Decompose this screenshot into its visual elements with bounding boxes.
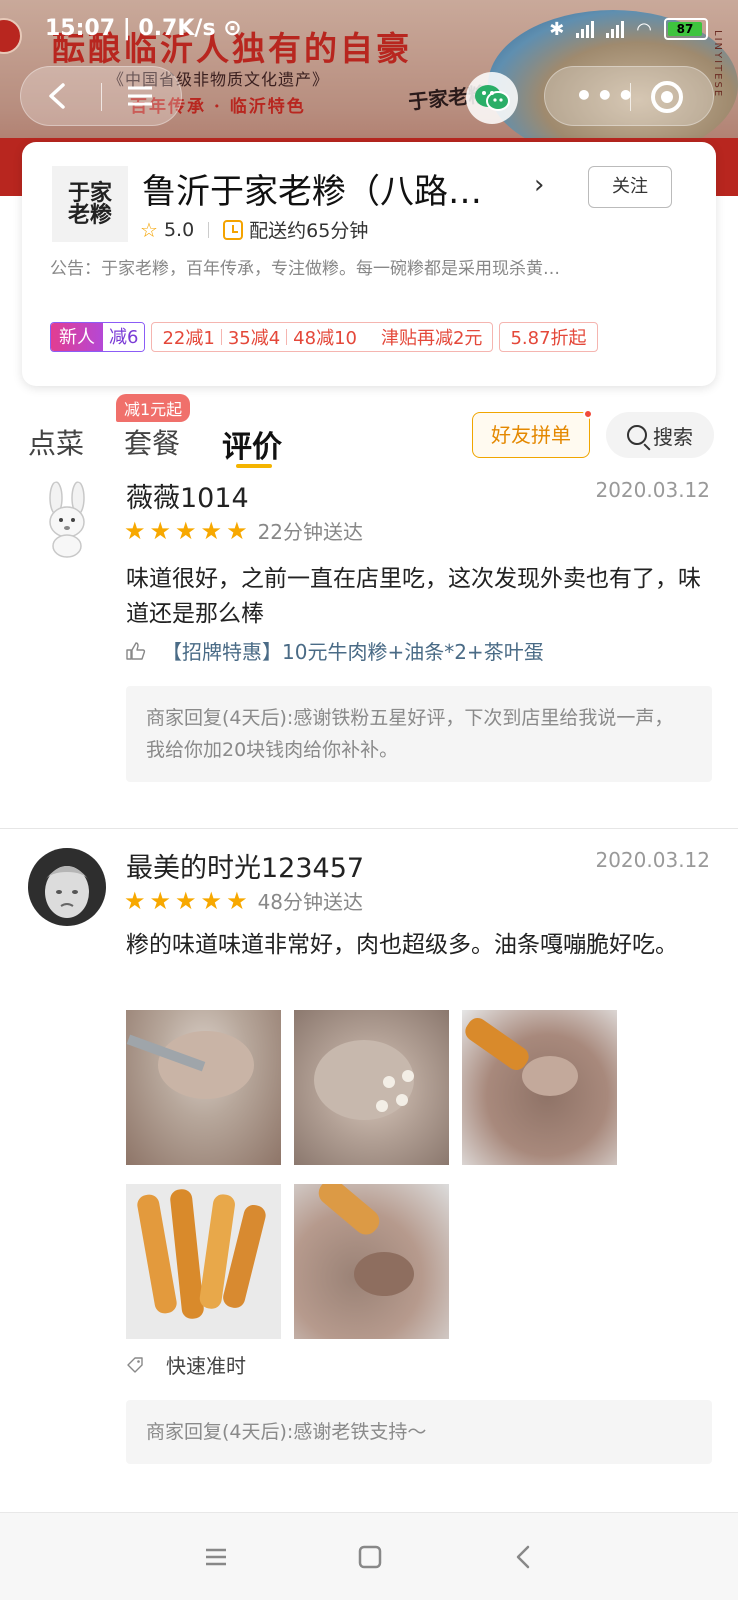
review-text: 糁的味道味道非常好，肉也超级多。油条嘎嘣脆好吃。 bbox=[126, 932, 678, 958]
follow-button[interactable]: 关注 bbox=[588, 166, 672, 208]
review-date: 2020.03.12 bbox=[595, 848, 710, 872]
store-rating: 5.0 bbox=[163, 218, 195, 241]
tab-combo[interactable]: 套餐 bbox=[124, 422, 180, 462]
review-photo[interactable] bbox=[462, 1010, 617, 1165]
discount-rate-tag: 5.87折起 bbox=[499, 322, 598, 352]
tag-icon bbox=[127, 1356, 143, 1373]
star-rating: ★ ★ ★ ★ ★ 48分钟送达 bbox=[124, 886, 364, 915]
store-notice[interactable]: 公告：于家老糁，百年传承，专注做糁。每一碗糁都是采用现杀黄… bbox=[50, 254, 690, 279]
review-username: 薇薇1014 bbox=[126, 483, 249, 514]
tab-bar: 点菜 减1元起 套餐 评价 好友拼单 搜索 bbox=[0, 392, 738, 472]
star-icon: ★ bbox=[175, 886, 197, 915]
star-icon: ★ bbox=[226, 886, 248, 915]
system-nav-bar bbox=[0, 1512, 738, 1600]
avatar[interactable] bbox=[28, 480, 106, 558]
wechat-icon[interactable] bbox=[466, 72, 518, 124]
battery-icon: 87 bbox=[664, 18, 708, 40]
combo-badge: 减1元起 bbox=[116, 394, 191, 422]
status-icons: ✱ ◠ 87 bbox=[549, 18, 708, 40]
review-photo[interactable] bbox=[126, 1010, 281, 1165]
notification-dot bbox=[583, 409, 593, 419]
more-icon[interactable]: ••• bbox=[575, 82, 638, 110]
back-icon[interactable] bbox=[43, 81, 73, 111]
store-card: 于家老糁 鲁沂于家老糁（八路… › 关注 ☆ 5.0 配送约65分钟 公告：于家… bbox=[22, 142, 716, 386]
signal-icon bbox=[576, 20, 595, 38]
review-date: 2020.03.12 bbox=[595, 478, 710, 502]
star-icon: ★ bbox=[124, 886, 146, 915]
active-tab-indicator bbox=[236, 464, 272, 468]
review-photo[interactable] bbox=[294, 1010, 449, 1165]
merchant-reply: 商家回复(4天后):感谢老铁支持～ bbox=[126, 1400, 712, 1464]
new-user-tag: 新人 减6 bbox=[50, 322, 146, 352]
status-bar: 15:07 | 0.7K/s ⊙ ✱ ◠ 87 bbox=[0, 10, 738, 50]
chevron-right-icon[interactable]: › bbox=[534, 170, 544, 200]
review-photo[interactable] bbox=[294, 1184, 449, 1339]
signal-icon-2 bbox=[606, 20, 625, 38]
tab-reviews[interactable]: 评价 bbox=[222, 422, 282, 466]
promo-row[interactable]: 新人 减6 22减1 35减4 48减10 津贴再减2元 5.87折起 bbox=[50, 322, 598, 352]
status-time: 15:07 | 0.7K/s ⊙ bbox=[45, 16, 242, 41]
menu-icon[interactable] bbox=[200, 1541, 232, 1573]
clock-icon bbox=[223, 219, 244, 240]
search-icon bbox=[627, 425, 647, 445]
search-button[interactable]: 搜索 bbox=[606, 412, 714, 458]
tab-order[interactable]: 点菜 bbox=[28, 422, 84, 462]
star-rating: ★ ★ ★ ★ ★ 22分钟送达 bbox=[124, 516, 364, 545]
back-icon[interactable] bbox=[508, 1541, 540, 1573]
divider bbox=[0, 828, 738, 829]
delivery-time: 配送约65分钟 bbox=[249, 220, 369, 242]
store-logo: 于家老糁 bbox=[52, 166, 128, 242]
merchant-reply: 商家回复(4天后):感谢铁粉五星好评，下次到店里给我说一声，我给你加20块钱肉给… bbox=[126, 686, 712, 782]
liked-item-row[interactable]: 【招牌特惠】10元牛肉糁+油条*2+茶叶蛋 bbox=[126, 636, 544, 665]
discount-tiers-tag: 22减1 35减4 48减10 津贴再减2元 bbox=[151, 322, 494, 352]
star-icon: ★ bbox=[124, 516, 146, 545]
review-tag-row: 快速准时 bbox=[126, 1350, 246, 1379]
star-icon: ★ bbox=[149, 516, 172, 545]
menu-icon[interactable] bbox=[125, 81, 155, 111]
star-icon: ★ bbox=[200, 516, 223, 545]
review-text: 味道很好，之前一直在店里吃，这次发现外卖也有了，味道还是那么棒 bbox=[126, 566, 701, 627]
star-icon: ★ bbox=[226, 516, 248, 545]
store-rating-row: ☆ 5.0 配送约65分钟 bbox=[140, 216, 368, 243]
star-icon: ★ bbox=[200, 886, 223, 915]
nav-capsule-right: ••• bbox=[544, 66, 714, 126]
star-icon: ☆ bbox=[140, 217, 158, 242]
nav-capsule-left bbox=[20, 66, 182, 126]
home-icon[interactable] bbox=[354, 1541, 386, 1573]
review-username: 最美的时光123457 bbox=[126, 853, 365, 884]
avatar[interactable] bbox=[28, 848, 106, 926]
thumbs-up-icon bbox=[126, 641, 146, 660]
wifi-icon: ◠ bbox=[636, 18, 652, 40]
store-name[interactable]: 鲁沂于家老糁（八路… bbox=[142, 164, 482, 213]
star-icon: ★ bbox=[175, 516, 197, 545]
bluetooth-icon: ✱ bbox=[549, 18, 565, 40]
friend-order-button[interactable]: 好友拼单 bbox=[472, 409, 593, 458]
star-icon: ★ bbox=[149, 886, 172, 915]
target-icon[interactable] bbox=[651, 81, 683, 113]
review-photo[interactable] bbox=[126, 1184, 281, 1339]
